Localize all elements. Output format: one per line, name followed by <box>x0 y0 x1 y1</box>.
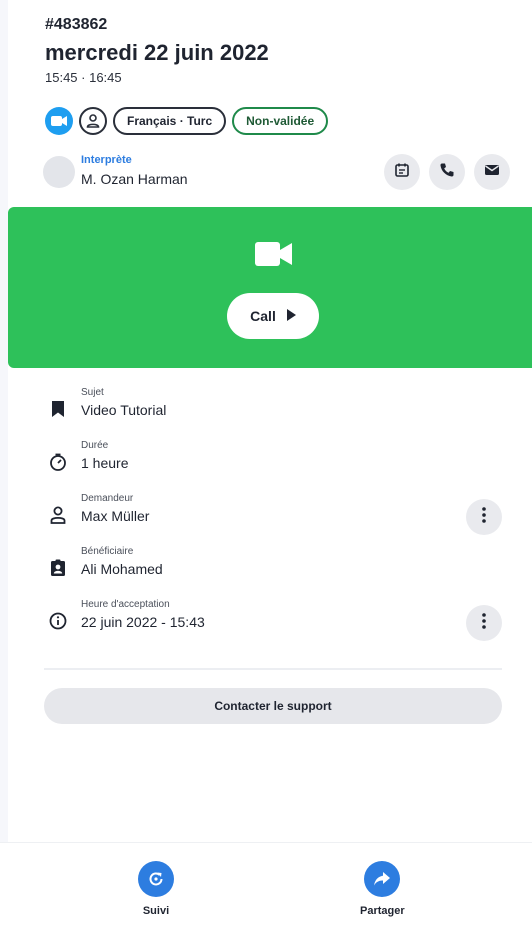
bottom-nav: Suivi Partager <box>0 842 532 925</box>
more-vertical-icon <box>482 612 486 634</box>
detail-list: Sujet Video Tutorial Durée 1 heure Deman… <box>44 385 504 650</box>
acceptance-time-label: Heure d'acceptation <box>81 599 170 610</box>
person-outline-icon <box>48 505 68 525</box>
contact-support-button[interactable]: Contacter le support <box>44 688 502 724</box>
phone-button[interactable] <box>429 154 465 190</box>
duration-label: Durée <box>81 440 109 451</box>
play-icon <box>286 308 296 324</box>
nav-item-suivi[interactable]: Suivi <box>138 861 174 917</box>
interpreter-row: Interprète M. Ozan Harman <box>43 154 510 190</box>
requester-value: Max Müller <box>81 508 150 524</box>
language-pill: Français · Turc <box>113 107 227 135</box>
badge-icon <box>48 558 68 578</box>
status-badge: Non-validée <box>232 107 329 135</box>
video-camera-icon <box>255 240 293 273</box>
call-button[interactable]: Call <box>227 293 319 339</box>
calendar-icon <box>394 162 410 183</box>
time-range: 15:45 · 16:45 <box>45 70 122 85</box>
divider <box>44 668 502 670</box>
interpreter-label: Interprète <box>81 154 132 166</box>
subject-label: Sujet <box>81 387 104 398</box>
timer-icon <box>48 452 68 472</box>
bookmark-icon <box>48 399 68 419</box>
appointment-detail-page: #483862 mercredi 22 juin 2022 15:45 · 16… <box>8 0 532 925</box>
requester-more-button[interactable] <box>466 499 502 535</box>
more-vertical-icon <box>482 506 486 528</box>
order-id: #483862 <box>45 16 108 33</box>
phone-icon <box>439 162 455 183</box>
calendar-button[interactable] <box>384 154 420 190</box>
requester-label: Demandeur <box>81 493 134 504</box>
mail-icon <box>484 163 500 182</box>
list-item-subject: Sujet Video Tutorial <box>44 385 504 438</box>
call-label: Call <box>250 308 276 324</box>
list-item-beneficiary: Bénéficiaire Ali Mohamed <box>44 544 504 597</box>
list-item-duration: Durée 1 heure <box>44 438 504 491</box>
interpreter-name: M. Ozan Harman <box>81 171 188 187</box>
refresh-icon <box>138 861 174 897</box>
acceptance-more-button[interactable] <box>466 605 502 641</box>
nav-label-suivi: Suivi <box>142 905 170 917</box>
appointment-header: #483862 mercredi 22 juin 2022 15:45 · 16… <box>45 16 525 85</box>
video-camera-icon <box>45 107 73 135</box>
share-icon <box>364 861 401 897</box>
list-item-acceptance-time: Heure d'acceptation 22 juin 2022 - 15:43 <box>44 597 504 650</box>
acceptance-time-value: 22 juin 2022 - 15:43 <box>81 614 205 630</box>
duration-value: 1 heure <box>81 455 129 471</box>
nav-label-partager: Partager <box>360 905 405 917</box>
list-item-requester: Demandeur Max Müller <box>44 491 504 544</box>
call-panel: Call <box>8 207 532 368</box>
beneficiary-label: Bénéficiaire <box>81 546 134 557</box>
subject-value: Video Tutorial <box>81 402 167 418</box>
person-icon <box>79 107 107 135</box>
info-icon <box>48 611 68 631</box>
mail-button[interactable] <box>474 154 510 190</box>
page-title: mercredi 22 juin 2022 <box>45 40 269 65</box>
tag-row: Français · Turc Non-validée <box>45 107 329 135</box>
avatar <box>43 156 75 188</box>
nav-item-partager[interactable]: Partager <box>360 861 405 917</box>
beneficiary-value: Ali Mohamed <box>81 561 163 577</box>
